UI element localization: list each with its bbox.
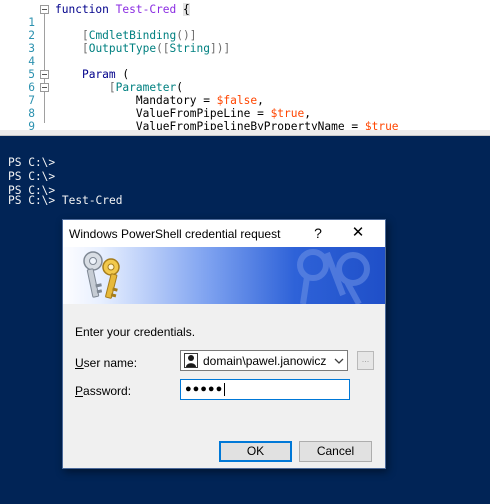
collapse-icon[interactable]: [40, 83, 49, 92]
code-line-10[interactable]: 10 ValueFromPipelineByPropertyName = $tr…: [0, 120, 490, 130]
user-name-label: User name:: [75, 356, 138, 370]
keyword-param: Param: [81, 68, 116, 81]
credential-banner: [63, 247, 385, 304]
keys-icon: [83, 251, 120, 299]
variable-true: $true: [364, 120, 399, 130]
close-button[interactable]: ✕: [345, 223, 371, 243]
user-name-combobox[interactable]: domain\pawel.janowicz: [180, 350, 348, 371]
collapse-icon[interactable]: [40, 70, 49, 79]
password-mask: ●●●●●: [185, 383, 224, 395]
cancel-button[interactable]: Cancel: [299, 441, 372, 462]
variable-true: $true: [270, 107, 305, 120]
code-line-1[interactable]: 1 function Test-Cred {: [0, 3, 490, 29]
code-line-9[interactable]: 9 ValueFromPipeLine = $true,: [0, 107, 490, 130]
dialog-titlebar[interactable]: Windows PowerShell credential request ? …: [63, 220, 385, 247]
script-editor[interactable]: 1 function Test-Cred { 2 3 [CmdletBindin…: [0, 0, 490, 130]
open-brace: {: [183, 3, 190, 16]
attribute-parameter: Parameter: [115, 81, 177, 94]
banner-keys-watermark: [297, 249, 370, 304]
type-string: String: [169, 42, 210, 55]
credential-prompt: Enter your credentials.: [75, 325, 196, 339]
code-line-6[interactable]: 6 Param (: [0, 68, 490, 94]
credential-dialog: Windows PowerShell credential request ? …: [62, 219, 386, 469]
password-label: Password:: [75, 384, 132, 398]
variable-false: $false: [216, 94, 258, 107]
console-line: PS C:\>: [8, 170, 56, 183]
code-line-3[interactable]: 3 [CmdletBinding()]: [0, 29, 490, 55]
ok-button[interactable]: OK: [219, 441, 292, 462]
browse-users-button[interactable]: ...: [357, 351, 374, 370]
function-name: Test-Cred: [115, 3, 177, 16]
code-line-8[interactable]: 8 Mandatory = $false,: [0, 94, 490, 120]
code-line-2[interactable]: 2: [0, 16, 490, 42]
code-line-5[interactable]: 5: [0, 55, 490, 81]
keyword-function: function: [55, 3, 109, 16]
attribute-outputtype: OutputType: [88, 42, 157, 55]
dialog-title: Windows PowerShell credential request: [69, 227, 281, 241]
user-name-value: domain\pawel.janowicz: [203, 354, 327, 368]
help-button[interactable]: ?: [307, 223, 329, 243]
user-icon: [184, 353, 198, 368]
console-line: PS C:\>: [8, 156, 56, 169]
password-field[interactable]: ●●●●●: [180, 379, 350, 400]
code-line-7[interactable]: 7 [Parameter(: [0, 81, 490, 107]
code-line-4[interactable]: 4 [OutputType([String])]: [0, 42, 490, 68]
collapse-icon[interactable]: [40, 5, 49, 14]
console-line: PS C:\> Test-Cred: [8, 194, 123, 207]
chevron-down-icon[interactable]: [331, 351, 347, 370]
text-caret: [224, 383, 225, 396]
attribute-cmdletbinding: CmdletBinding: [88, 29, 177, 42]
